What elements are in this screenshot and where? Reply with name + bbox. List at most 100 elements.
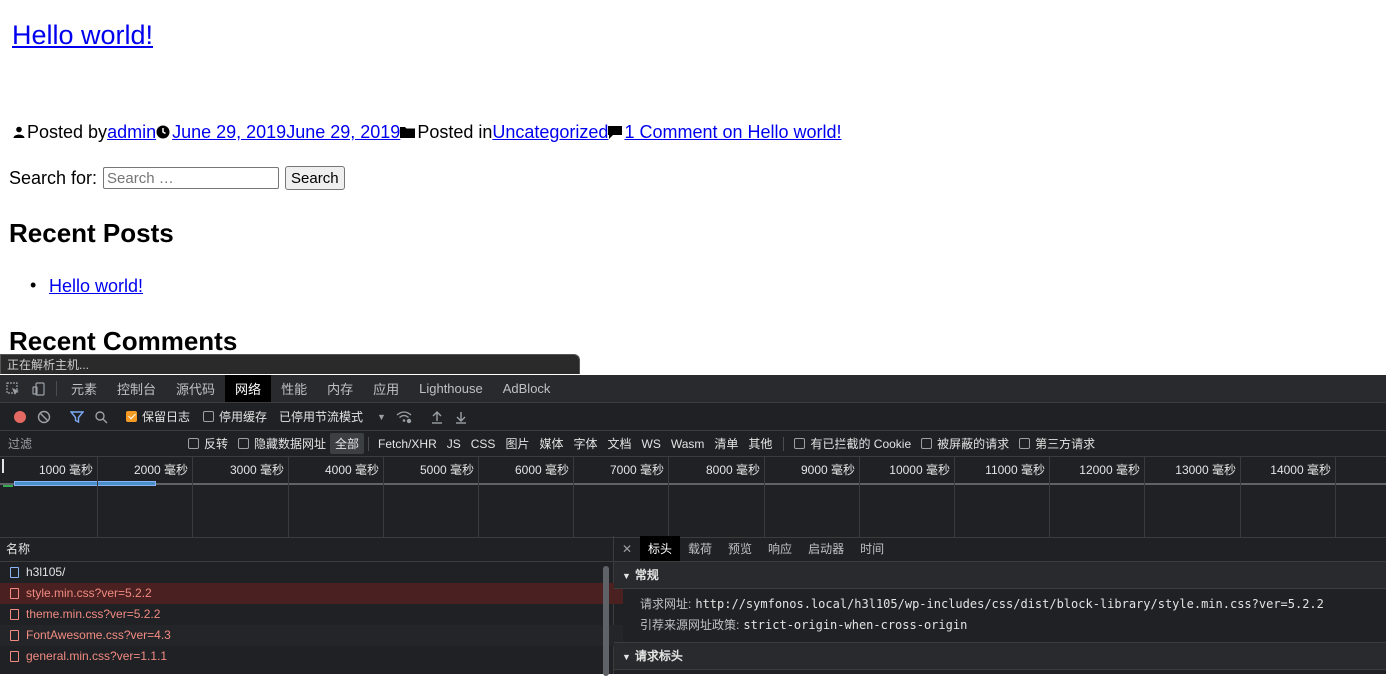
- checkbox-unchecked[interactable]: [203, 411, 215, 422]
- post-date-link[interactable]: June 29, 2019June 29, 2019: [172, 120, 400, 144]
- tab-initiator[interactable]: 启动器: [800, 536, 852, 561]
- author-link[interactable]: admin: [107, 120, 156, 144]
- tab-timing[interactable]: 时间: [852, 536, 892, 561]
- search-button[interactable]: Search: [285, 166, 345, 190]
- divider: [368, 436, 370, 451]
- scrollbar[interactable]: [603, 566, 609, 676]
- user-icon: [13, 126, 25, 138]
- close-icon[interactable]: ✕: [614, 536, 640, 561]
- filter-manifest[interactable]: 清单: [709, 433, 743, 454]
- recent-post-link[interactable]: Hello world!: [49, 276, 143, 296]
- timeline-tick-label: 6000 毫秒: [514, 463, 569, 477]
- filter-img[interactable]: 图片: [500, 433, 534, 454]
- filter-input[interactable]: 过滤: [0, 435, 180, 452]
- updated-date: June 29, 2019: [286, 122, 401, 142]
- tab-console[interactable]: 控制台: [107, 375, 166, 402]
- filter-css[interactable]: CSS: [466, 435, 501, 453]
- tab-application[interactable]: 应用: [363, 375, 409, 402]
- filter-wasm[interactable]: Wasm: [666, 435, 710, 453]
- search-input[interactable]: [103, 167, 280, 189]
- invert-checkbox[interactable]: 反转: [188, 435, 228, 452]
- devtools-panel: 元素 控制台 源代码 网络 性能 内存 应用 Lighthouse AdBloc…: [0, 375, 1386, 676]
- table-row[interactable]: FontAwesome.css?ver=4.3: [0, 625, 623, 646]
- category-link[interactable]: Uncategorized: [492, 120, 608, 144]
- tab-headers[interactable]: 标头: [640, 536, 681, 561]
- tab-lighthouse[interactable]: Lighthouse: [409, 375, 493, 402]
- request-name: theme.min.css?ver=5.2.2: [26, 607, 161, 621]
- comment-icon: [608, 125, 623, 139]
- timeline-tick-label: 4000 毫秒: [324, 463, 379, 477]
- request-name: FontAwesome.css?ver=4.3: [26, 628, 171, 642]
- third-party-checkbox[interactable]: 第三方请求: [1019, 435, 1095, 452]
- table-row[interactable]: general.min.css?ver=1.1.1: [0, 646, 623, 667]
- blocked-cookies-checkbox[interactable]: 有已拦截的 Cookie: [794, 435, 911, 452]
- divider: [56, 381, 57, 396]
- tab-memory[interactable]: 内存: [317, 375, 363, 402]
- tab-sources[interactable]: 源代码: [166, 375, 225, 402]
- filter-doc[interactable]: 文档: [602, 433, 636, 454]
- comments-link[interactable]: 1 Comment on Hello world!: [624, 120, 841, 144]
- blocked-requests-label: 被屏蔽的请求: [937, 437, 1010, 451]
- tab-network[interactable]: 网络: [225, 375, 272, 402]
- preserve-log-checkbox[interactable]: 保留日志: [126, 408, 190, 425]
- search-icon[interactable]: [89, 410, 113, 424]
- network-conditions-icon[interactable]: [392, 410, 416, 424]
- filter-ws[interactable]: WS: [637, 435, 666, 453]
- table-row[interactable]: h3l105/: [0, 562, 623, 583]
- table-row[interactable]: style.min.css?ver=5.2.2: [0, 583, 623, 604]
- checkbox-unchecked[interactable]: [921, 438, 933, 449]
- import-har-icon[interactable]: [425, 410, 449, 424]
- timeline-gridline: [764, 457, 765, 537]
- blocked-requests-checkbox[interactable]: 被屏蔽的请求: [921, 435, 1009, 452]
- checkbox-unchecked[interactable]: [238, 438, 250, 449]
- inspect-element-icon[interactable]: [0, 375, 26, 402]
- device-toolbar-icon[interactable]: [26, 375, 52, 402]
- timeline-dom-marker: [3, 485, 13, 487]
- checkbox-unchecked[interactable]: [188, 438, 199, 449]
- record-icon[interactable]: [8, 410, 32, 424]
- filter-js[interactable]: JS: [442, 435, 466, 453]
- tab-payload[interactable]: 载荷: [680, 536, 720, 561]
- general-section-header[interactable]: ▼ 常规: [614, 562, 1386, 589]
- filter-other[interactable]: 其他: [743, 433, 777, 454]
- tab-elements[interactable]: 元素: [61, 375, 107, 402]
- tab-response[interactable]: 响应: [760, 536, 800, 561]
- general-title: 常规: [634, 568, 659, 582]
- tab-performance[interactable]: 性能: [271, 375, 317, 402]
- checkbox-unchecked[interactable]: [1019, 438, 1031, 449]
- network-lower-panes: 名称 h3l105/style.min.css?ver=5.2.2 theme.m…: [0, 536, 1386, 676]
- timeline-tick-label: 10000 毫秒: [889, 463, 950, 477]
- filter-bar: 过滤 反转 隐藏数据网址 全部 Fetch/XHR JS CSS 图片 媒体 字…: [0, 431, 1386, 457]
- checkbox-checked[interactable]: [126, 411, 137, 422]
- request-headers-section-header[interactable]: ▼ 请求标头: [614, 642, 1386, 670]
- post-title: Hello world!: [12, 18, 153, 52]
- filter-icon[interactable]: [65, 410, 89, 424]
- folder-icon: [400, 127, 416, 138]
- clear-icon[interactable]: [32, 410, 56, 424]
- file-error-icon: [10, 651, 19, 662]
- timeline-axis: [0, 483, 1386, 485]
- timeline-tick-label: 13000 毫秒: [1175, 463, 1236, 477]
- filter-fetch-xhr[interactable]: Fetch/XHR: [373, 435, 442, 453]
- hide-data-urls-checkbox[interactable]: 隐藏数据网址: [238, 435, 326, 452]
- invert-label: 反转: [204, 437, 229, 451]
- name-column-header[interactable]: 名称: [0, 536, 613, 562]
- filter-all[interactable]: 全部: [330, 433, 365, 454]
- tab-adblock[interactable]: AdBlock: [493, 375, 561, 402]
- posted-in-label: Posted in: [417, 122, 493, 142]
- filter-media[interactable]: 媒体: [534, 433, 568, 454]
- referrer-policy-label: 引荐来源网址政策:: [640, 618, 740, 632]
- table-row[interactable]: theme.min.css?ver=5.2.2: [0, 604, 623, 625]
- disable-cache-label: 停用缓存: [219, 410, 268, 424]
- tab-preview[interactable]: 预览: [720, 536, 760, 561]
- throttling-select[interactable]: 已停用节流模式 ▼: [279, 408, 386, 425]
- triangle-down-icon: ▼: [622, 571, 631, 581]
- post-title-link[interactable]: Hello world!: [12, 20, 153, 50]
- disable-cache-checkbox[interactable]: 停用缓存: [203, 408, 267, 425]
- timeline-gridline: [1240, 457, 1241, 537]
- filter-font[interactable]: 字体: [568, 433, 602, 454]
- export-har-icon[interactable]: [449, 410, 473, 424]
- checkbox-unchecked[interactable]: [794, 438, 806, 449]
- timeline-request-bar: [14, 481, 156, 486]
- network-overview-timeline[interactable]: 1000 毫秒 2000 毫秒 3000 毫秒 4000 毫秒 5000 毫秒 6000 …: [0, 457, 1386, 538]
